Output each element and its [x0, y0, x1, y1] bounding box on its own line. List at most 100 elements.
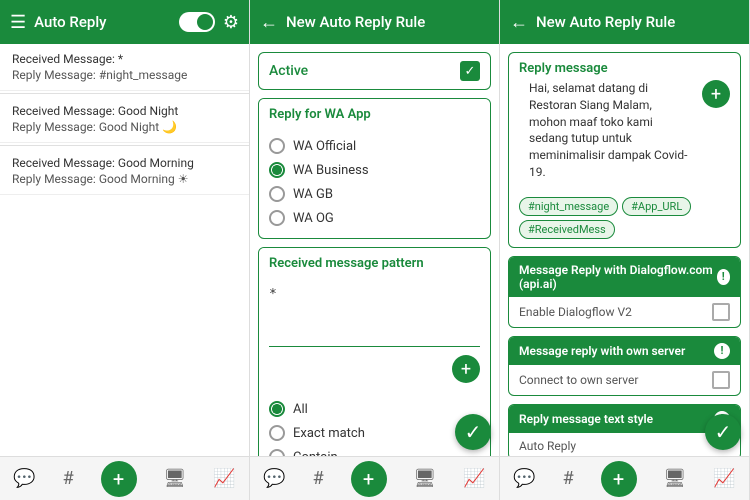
- match-all-option[interactable]: All: [269, 397, 480, 421]
- wa-gb-label: WA GB: [293, 187, 333, 202]
- received-label: Received Message: *: [12, 52, 237, 66]
- text-style-value: Auto Reply: [519, 439, 576, 453]
- panel3-scroll: Reply message Hai, selamat datang di Res…: [500, 44, 749, 456]
- panel2-bottom-bar: 💬 # + 🖥 📈: [250, 456, 499, 500]
- connect-server-label: Connect to own server: [519, 373, 638, 387]
- text-style-title: Reply message text style: [519, 412, 653, 426]
- panel-auto-reply: ☰ Auto Reply ⚙ Received Message: * Reply…: [0, 0, 250, 500]
- desktop-icon3[interactable]: 🖥: [663, 468, 686, 489]
- wa-app-card: Reply for WA App WA Official WA Business…: [258, 98, 491, 239]
- tags-row: #night_message #App_URL #ReceivedMess: [509, 193, 740, 247]
- chat-icon3[interactable]: 💬: [513, 468, 535, 489]
- panel1-header: ☰ Auto Reply ⚙: [0, 0, 249, 44]
- wa-og-label: WA OG: [293, 211, 334, 226]
- list-item[interactable]: Received Message: * Reply Message: #nigh…: [0, 44, 249, 91]
- dialogflow-card: Message Reply with Dialogflow.com (api.a…: [508, 256, 741, 328]
- wa-business-label: WA Business: [293, 163, 369, 178]
- reply-message-body: Hai, selamat datang di Restoran Siang Ma…: [519, 80, 698, 189]
- chat-icon2[interactable]: 💬: [263, 468, 285, 489]
- chart-icon2[interactable]: 📈: [463, 468, 485, 489]
- wa-og-radio[interactable]: [269, 210, 285, 226]
- panel3-fab[interactable]: ✓: [705, 414, 741, 450]
- own-server-card: Message reply with own server ! Connect …: [508, 336, 741, 396]
- enable-dialogflow-label: Enable Dialogflow V2: [519, 305, 632, 319]
- dialogflow-info-icon[interactable]: !: [717, 269, 730, 285]
- own-server-title: Message reply with own server: [519, 344, 685, 358]
- reply-message-card: Reply message Hai, selamat datang di Res…: [508, 52, 741, 248]
- match-options: All Exact match Contain Start with End w…: [259, 391, 490, 456]
- reply-label: Reply Message: Good Morning ☀: [12, 172, 237, 186]
- tag-night: #night_message: [519, 197, 618, 216]
- reply-list: Received Message: * Reply Message: #nigh…: [0, 44, 249, 456]
- panel2-fab[interactable]: ✓: [455, 414, 491, 450]
- match-contain-option[interactable]: Contain: [269, 445, 480, 456]
- dialogflow-header: Message Reply with Dialogflow.com (api.a…: [509, 257, 740, 297]
- desktop-icon[interactable]: 🖥: [163, 468, 186, 489]
- back-icon[interactable]: ←: [260, 12, 278, 33]
- wa-options: WA Official WA Business WA GB WA OG: [259, 130, 490, 238]
- received-label: Received Message: Good Morning: [12, 156, 237, 170]
- add-button3[interactable]: +: [601, 461, 637, 497]
- back-icon3[interactable]: ←: [510, 12, 528, 33]
- match-contain-radio[interactable]: [269, 449, 285, 456]
- tag-app-url: #App_URL: [622, 197, 691, 216]
- enable-dialogflow-checkbox[interactable]: [712, 303, 730, 321]
- hash-icon3[interactable]: #: [563, 468, 574, 489]
- match-exact-option[interactable]: Exact match: [269, 421, 480, 445]
- pattern-section: * +: [259, 279, 490, 391]
- panel1-bottom-bar: 💬 # + 🖥 📈: [0, 456, 249, 500]
- received-label: Received Message: Good Night: [12, 104, 237, 118]
- panel-new-rule-right: ← New Auto Reply Rule Reply message Hai,…: [500, 0, 750, 500]
- hash-icon[interactable]: #: [63, 468, 74, 489]
- list-item[interactable]: Received Message: Good Night Reply Messa…: [0, 96, 249, 143]
- desktop-icon2[interactable]: 🖥: [413, 468, 436, 489]
- match-exact-label: Exact match: [293, 426, 365, 441]
- panel3-bottom-bar: 💬 # + 🖥 📈: [500, 456, 749, 500]
- wa-official-radio[interactable]: [269, 138, 285, 154]
- match-all-label: All: [293, 402, 308, 417]
- chat-icon[interactable]: 💬: [13, 468, 35, 489]
- reply-message-title: Reply message: [509, 53, 740, 80]
- panel3-header: ← New Auto Reply Rule: [500, 0, 749, 44]
- own-server-header: Message reply with own server !: [509, 337, 740, 365]
- panel2-scroll: Active ✓ Reply for WA App WA Official WA…: [250, 44, 499, 456]
- hash-icon2[interactable]: #: [313, 468, 324, 489]
- wa-gb-option[interactable]: WA GB: [269, 182, 480, 206]
- active-label: Active: [269, 63, 308, 79]
- active-card: Active ✓: [258, 52, 491, 90]
- panel3-title: New Auto Reply Rule: [536, 13, 739, 31]
- wa-official-option[interactable]: WA Official: [269, 134, 480, 158]
- wa-app-title: Reply for WA App: [259, 99, 490, 130]
- connect-server-checkbox[interactable]: [712, 371, 730, 389]
- toggle-switch[interactable]: [179, 12, 215, 32]
- reply-label: Reply Message: Good Night 🌙: [12, 120, 237, 134]
- list-item[interactable]: Received Message: Good Morning Reply Mes…: [0, 148, 249, 195]
- panel2-header: ← New Auto Reply Rule: [250, 0, 499, 44]
- add-button[interactable]: +: [101, 461, 137, 497]
- wa-og-option[interactable]: WA OG: [269, 206, 480, 230]
- chart-icon3[interactable]: 📈: [713, 468, 735, 489]
- active-row: Active ✓: [259, 53, 490, 89]
- pattern-add-button[interactable]: +: [452, 355, 480, 383]
- wa-gb-radio[interactable]: [269, 186, 285, 202]
- panel2-title: New Auto Reply Rule: [286, 13, 489, 31]
- wa-business-radio[interactable]: [269, 162, 285, 178]
- wa-official-label: WA Official: [293, 139, 356, 154]
- add-button2[interactable]: +: [351, 461, 387, 497]
- own-server-info-icon[interactable]: !: [714, 343, 730, 359]
- active-checkbox[interactable]: ✓: [460, 61, 480, 81]
- reply-add-button[interactable]: +: [702, 80, 730, 108]
- dialogflow-body: Enable Dialogflow V2: [509, 297, 740, 327]
- wa-business-option[interactable]: WA Business: [269, 158, 480, 182]
- reply-label: Reply Message: #night_message: [12, 68, 237, 82]
- match-all-radio[interactable]: [269, 401, 285, 417]
- pattern-input[interactable]: *: [269, 287, 480, 347]
- chart-icon[interactable]: 📈: [213, 468, 235, 489]
- menu-icon[interactable]: ☰: [10, 12, 26, 33]
- panel1-title: Auto Reply: [34, 13, 171, 31]
- tag-received: #ReceivedMess: [519, 220, 615, 239]
- panel-new-rule-middle: ← New Auto Reply Rule Active ✓ Reply for…: [250, 0, 500, 500]
- settings-icon[interactable]: ⚙: [223, 12, 239, 33]
- match-exact-radio[interactable]: [269, 425, 285, 441]
- pattern-title: Received message pattern: [259, 248, 490, 279]
